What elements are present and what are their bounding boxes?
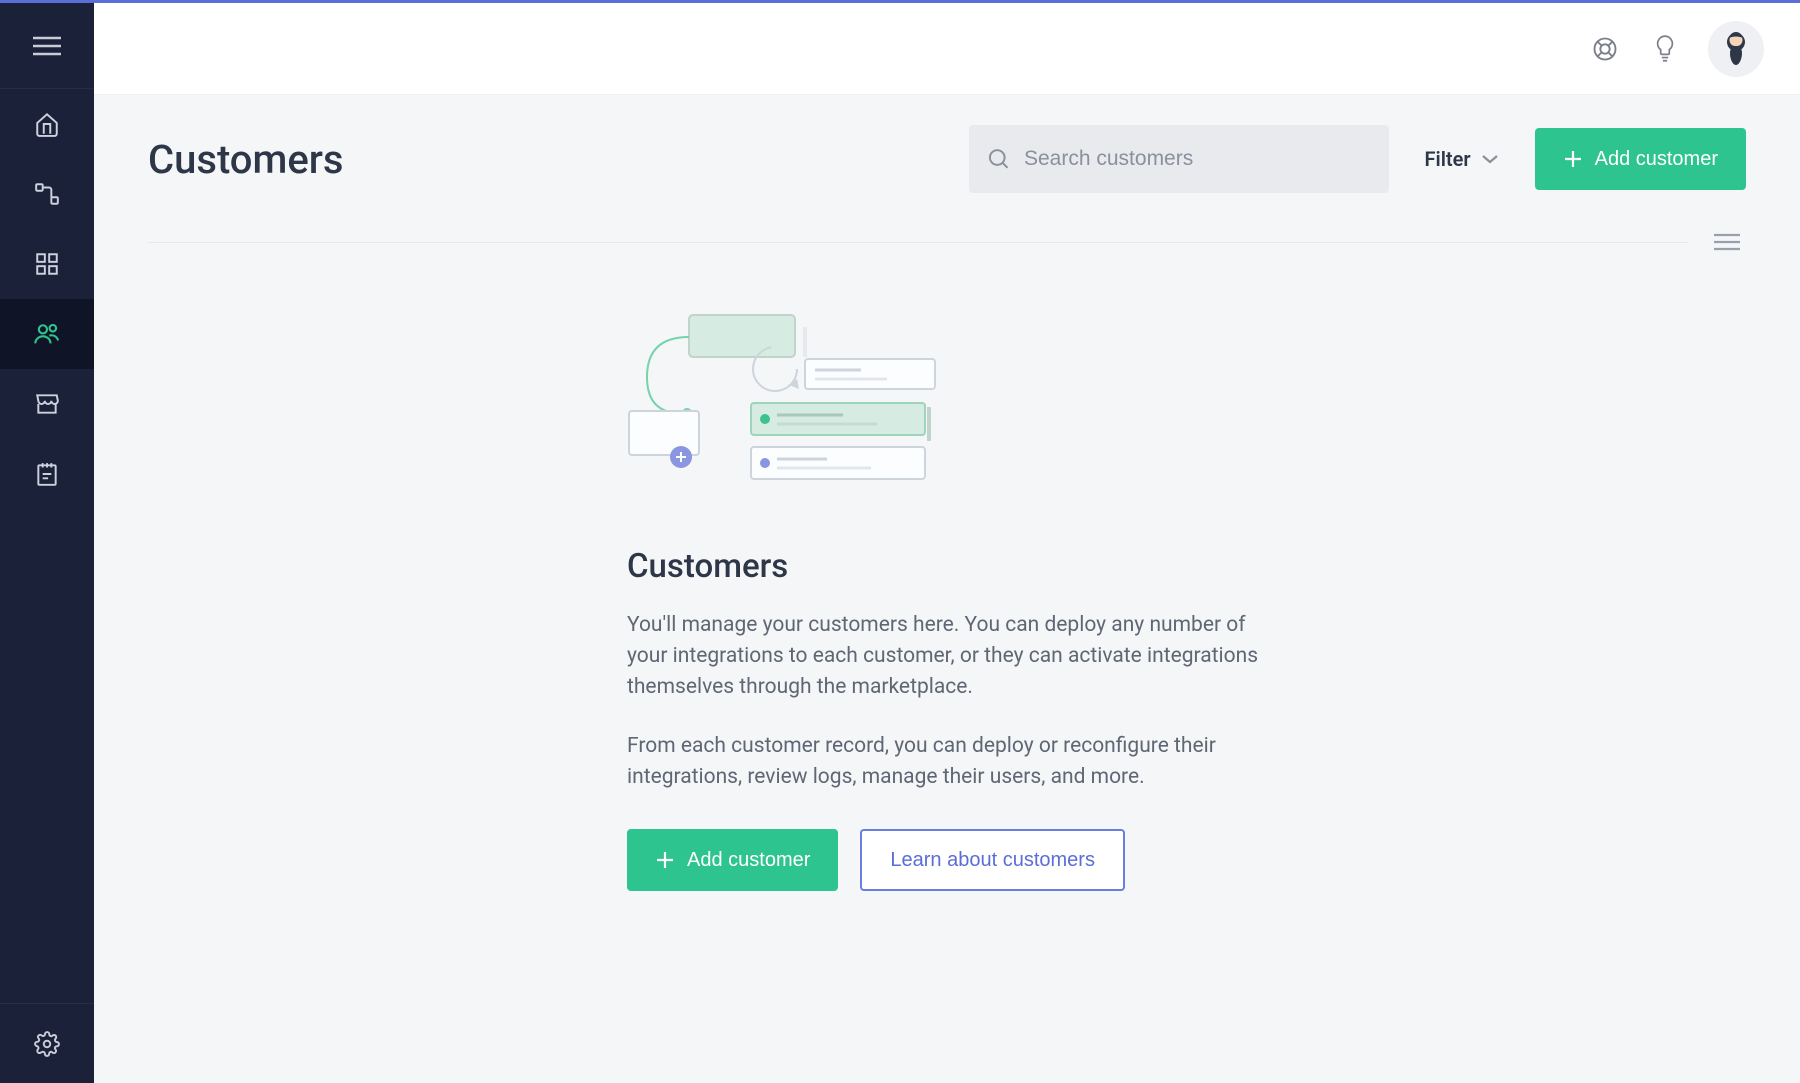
empty-state: Customers You'll manage your customers h…: [627, 297, 1267, 891]
list-icon: [1714, 233, 1740, 251]
hamburger-icon: [33, 36, 61, 56]
topbar: [94, 3, 1800, 95]
store-icon: [34, 391, 60, 417]
add-customer-label: Add customer: [1595, 148, 1718, 171]
page-title: Customers: [148, 136, 344, 183]
search-input[interactable]: [1024, 147, 1371, 171]
sidebar-menu-toggle[interactable]: [0, 3, 94, 89]
sidebar-item-integrations[interactable]: [0, 159, 94, 229]
empty-paragraph-1: You'll manage your customers here. You c…: [627, 610, 1267, 703]
sidebar-item-home[interactable]: [0, 89, 94, 159]
chevron-down-icon: [1481, 153, 1499, 165]
sidebar-item-components[interactable]: [0, 229, 94, 299]
empty-title: Customers: [627, 547, 1267, 586]
search-icon: [987, 146, 1010, 172]
sidebar-item-marketplace[interactable]: [0, 369, 94, 439]
empty-paragraph-2: From each customer record, you can deplo…: [627, 731, 1267, 793]
empty-actions: Add customer Learn about customers: [627, 829, 1267, 891]
grid-icon: [34, 251, 60, 277]
page-header: Customers Filter Add customer: [148, 125, 1746, 193]
sidebar-item-settings[interactable]: [0, 1003, 94, 1083]
main: Customers Filter Add customer: [94, 3, 1800, 1083]
tips-button[interactable]: [1648, 32, 1682, 66]
lifebuoy-icon: [1591, 35, 1619, 63]
learn-about-customers-button[interactable]: Learn about customers: [860, 829, 1125, 891]
home-icon: [34, 111, 60, 137]
divider-row: [148, 227, 1746, 257]
sidebar-item-customers[interactable]: [0, 299, 94, 369]
notepad-icon: [34, 461, 60, 487]
divider: [148, 242, 1688, 243]
customers-icon: [33, 320, 61, 348]
sidebar: [0, 3, 94, 1083]
content: Customers Filter Add customer: [94, 95, 1800, 1083]
sidebar-nav: [0, 89, 94, 509]
empty-add-customer-label: Add customer: [687, 849, 810, 872]
empty-add-customer-button[interactable]: Add customer: [627, 829, 838, 891]
gear-icon: [34, 1031, 60, 1057]
user-avatar[interactable]: [1708, 21, 1764, 77]
add-customer-button[interactable]: Add customer: [1535, 128, 1746, 190]
sidebar-item-logs[interactable]: [0, 439, 94, 509]
app-root: Customers Filter Add customer: [0, 0, 1800, 1083]
empty-illustration: [627, 307, 947, 507]
plus-icon: [655, 850, 675, 870]
filter-button[interactable]: Filter: [1409, 126, 1515, 192]
sidebar-top: [0, 3, 94, 509]
lightbulb-icon: [1652, 34, 1678, 64]
list-view-toggle[interactable]: [1708, 227, 1746, 257]
avatar-icon: [1708, 21, 1764, 77]
search-box[interactable]: [969, 125, 1389, 193]
learn-about-customers-label: Learn about customers: [890, 849, 1095, 872]
support-button[interactable]: [1588, 32, 1622, 66]
filter-label: Filter: [1425, 147, 1471, 171]
plus-icon: [1563, 149, 1583, 169]
integrations-icon: [34, 181, 60, 207]
